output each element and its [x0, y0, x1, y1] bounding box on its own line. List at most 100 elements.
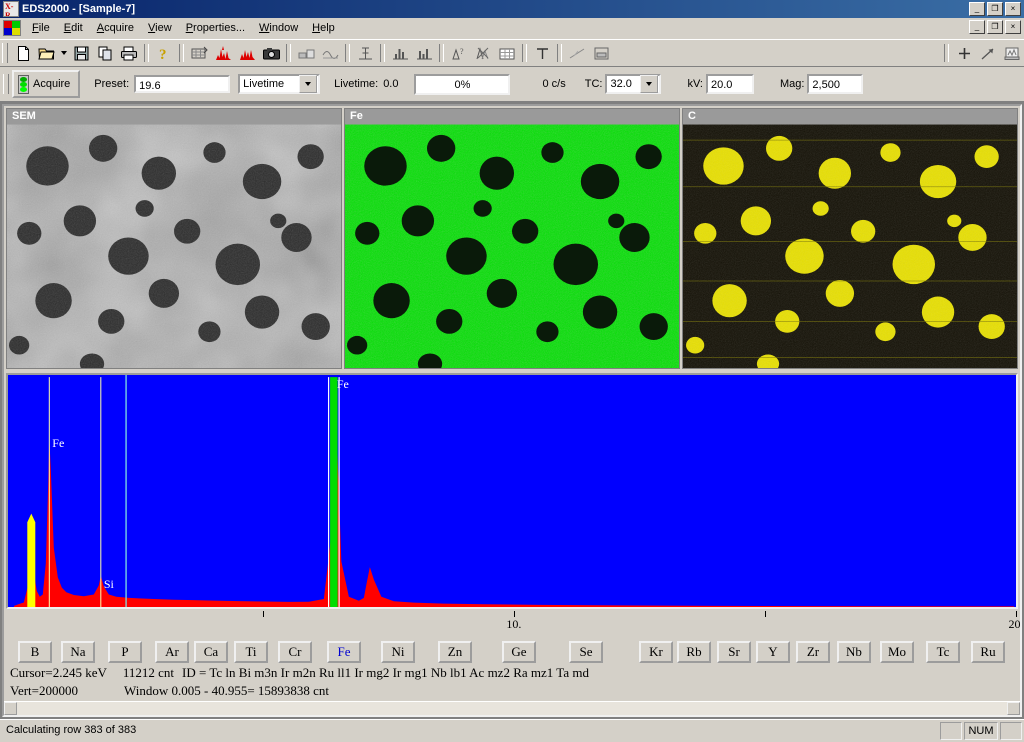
map-panel-sem[interactable]: SEM: [6, 108, 342, 369]
tc-value: 32.0: [610, 78, 632, 90]
toolbar-separator-2: [179, 44, 184, 62]
mag-input[interactable]: 2,500: [807, 74, 864, 94]
element-button-b[interactable]: B: [18, 641, 52, 663]
element-button-ru[interactable]: Ru: [971, 641, 1005, 663]
arrow-tool-icon[interactable]: [976, 42, 1000, 64]
element-button-na[interactable]: Na: [61, 641, 95, 663]
tc-select[interactable]: 32.0: [605, 74, 662, 94]
livetime-label: Livetime:: [334, 78, 379, 90]
element-button-ca[interactable]: Ca: [194, 641, 228, 663]
compare-icon[interactable]: [294, 42, 318, 64]
element-button-ni[interactable]: Ni: [381, 641, 415, 663]
line-tool-icon[interactable]: [565, 42, 589, 64]
crosshair-icon[interactable]: [952, 42, 976, 64]
mdi-minimize-button[interactable]: _: [969, 20, 985, 34]
restore-button[interactable]: ❐: [987, 2, 1003, 16]
menu-properties[interactable]: Properties...: [179, 20, 252, 36]
element-button-ti[interactable]: Ti: [234, 641, 268, 663]
spectrum-red-icon[interactable]: [211, 42, 235, 64]
text-tool-icon[interactable]: [530, 42, 554, 64]
document-hscrollbar[interactable]: [4, 701, 1020, 715]
map-panel-c[interactable]: C: [682, 108, 1018, 369]
element-button-cr[interactable]: Cr: [278, 641, 312, 663]
scroll-left-button[interactable]: [4, 702, 17, 715]
main-toolbar: ? ?: [0, 39, 1024, 67]
menu-edit[interactable]: Edit: [57, 20, 90, 36]
element-button-se[interactable]: Se: [569, 641, 603, 663]
menu-file[interactable]: File: [25, 20, 57, 36]
sample-document: SEM Fe C Fe Si Fe 10. 20. B Na P Ar Ca T…: [2, 104, 1022, 717]
element-button-ge[interactable]: Ge: [502, 641, 536, 663]
menu-view[interactable]: View: [141, 20, 179, 36]
axis-tick: [262, 611, 264, 617]
toolbar-separator-3: [286, 44, 291, 62]
kv-label: kV:: [687, 78, 703, 90]
print-icon[interactable]: [117, 42, 141, 64]
element-button-kr[interactable]: Kr: [639, 641, 673, 663]
scroll-track[interactable]: [17, 702, 1007, 715]
application-window: X-R EDS2000 - [Sample-7] _ ❐ × File Edit…: [0, 0, 1024, 742]
mdi-close-button[interactable]: ×: [1005, 20, 1021, 34]
roi-highlight-fe: [330, 377, 338, 607]
menu-window[interactable]: Window: [252, 20, 305, 36]
calibrate-icon[interactable]: [353, 42, 377, 64]
table-icon[interactable]: [495, 42, 519, 64]
new-icon[interactable]: [11, 42, 35, 64]
chevron-down-icon[interactable]: [299, 75, 318, 93]
zoom-region-icon[interactable]: [589, 42, 613, 64]
acquire-button[interactable]: Acquire: [12, 70, 81, 98]
element-button-ar[interactable]: Ar: [155, 641, 189, 663]
toolbar-separator: [144, 44, 149, 62]
element-button-mo[interactable]: Mo: [880, 641, 914, 663]
open-icon[interactable]: [35, 42, 59, 64]
minimize-button[interactable]: _: [969, 2, 985, 16]
status-bar: Calculating row 383 of 383 NUM: [0, 719, 1024, 742]
smooth-icon[interactable]: [318, 42, 342, 64]
overlay-icon[interactable]: [471, 42, 495, 64]
element-button-nb[interactable]: Nb: [837, 641, 871, 663]
element-button-p[interactable]: P: [108, 641, 142, 663]
acquire-toolbar-grip[interactable]: [3, 74, 9, 94]
preset-mode-select[interactable]: Livetime: [238, 74, 321, 94]
mdi-restore-button[interactable]: ❐: [987, 20, 1003, 34]
element-button-y[interactable]: Y: [756, 641, 790, 663]
element-button-sr[interactable]: Sr: [717, 641, 751, 663]
axis-tick-label: 20.: [1008, 617, 1022, 631]
bar-chart-2-icon[interactable]: [412, 42, 436, 64]
traffic-light-icon: [18, 74, 29, 94]
cursor-value: Cursor=2.245 keV: [10, 665, 107, 680]
element-button-zn[interactable]: Zn: [438, 641, 472, 663]
report-icon[interactable]: [1000, 42, 1024, 64]
spectrum-plot[interactable]: Fe Si Fe: [6, 373, 1018, 609]
preset-input[interactable]: 19.6: [134, 75, 231, 93]
copy-icon[interactable]: [93, 42, 117, 64]
vert-scale: Vert=200000: [10, 683, 78, 698]
identify-icon[interactable]: ?: [447, 42, 471, 64]
kv-input[interactable]: 20.0: [705, 74, 754, 94]
element-button-tc[interactable]: Tc: [926, 641, 960, 663]
save-icon[interactable]: [69, 42, 93, 64]
menu-help[interactable]: Help: [305, 20, 342, 36]
toolbar-separator-7: [522, 44, 527, 62]
chevron-down-icon-tc[interactable]: [640, 75, 659, 93]
open-dropdown-icon[interactable]: [59, 42, 69, 64]
scroll-right-button[interactable]: [1007, 702, 1020, 715]
num-lock-indicator: NUM: [964, 722, 998, 740]
element-button-zr[interactable]: Zr: [796, 641, 830, 663]
menu-acquire[interactable]: Acquire: [90, 20, 141, 36]
element-button-rb[interactable]: Rb: [677, 641, 711, 663]
svg-text:?: ?: [460, 47, 464, 56]
acquire-button-label: Acquire: [33, 78, 71, 90]
camera-icon[interactable]: [259, 42, 283, 64]
toolbar-grip[interactable]: [2, 43, 8, 63]
bar-chart-icon[interactable]: [388, 42, 412, 64]
help-icon[interactable]: ?: [152, 42, 176, 64]
close-button[interactable]: ×: [1005, 2, 1021, 16]
spectrum-peaks-icon[interactable]: [235, 42, 259, 64]
map-panel-fe[interactable]: Fe: [344, 108, 680, 369]
spectrum-x-axis: 10. 20.: [6, 611, 1020, 639]
peak-id-list: ID = Tc ln Bi m3n Ir m2n Ru ll1 Ir mg2 I…: [182, 665, 589, 680]
element-button-row: B Na P Ar Ca Ti Cr Fe Ni Zn Ge Se Kr Rb Sr Y Zr Nb Mo Tc Ru: [4, 639, 1020, 665]
element-button-fe[interactable]: Fe: [327, 641, 361, 663]
grid-map-icon[interactable]: [187, 42, 211, 64]
